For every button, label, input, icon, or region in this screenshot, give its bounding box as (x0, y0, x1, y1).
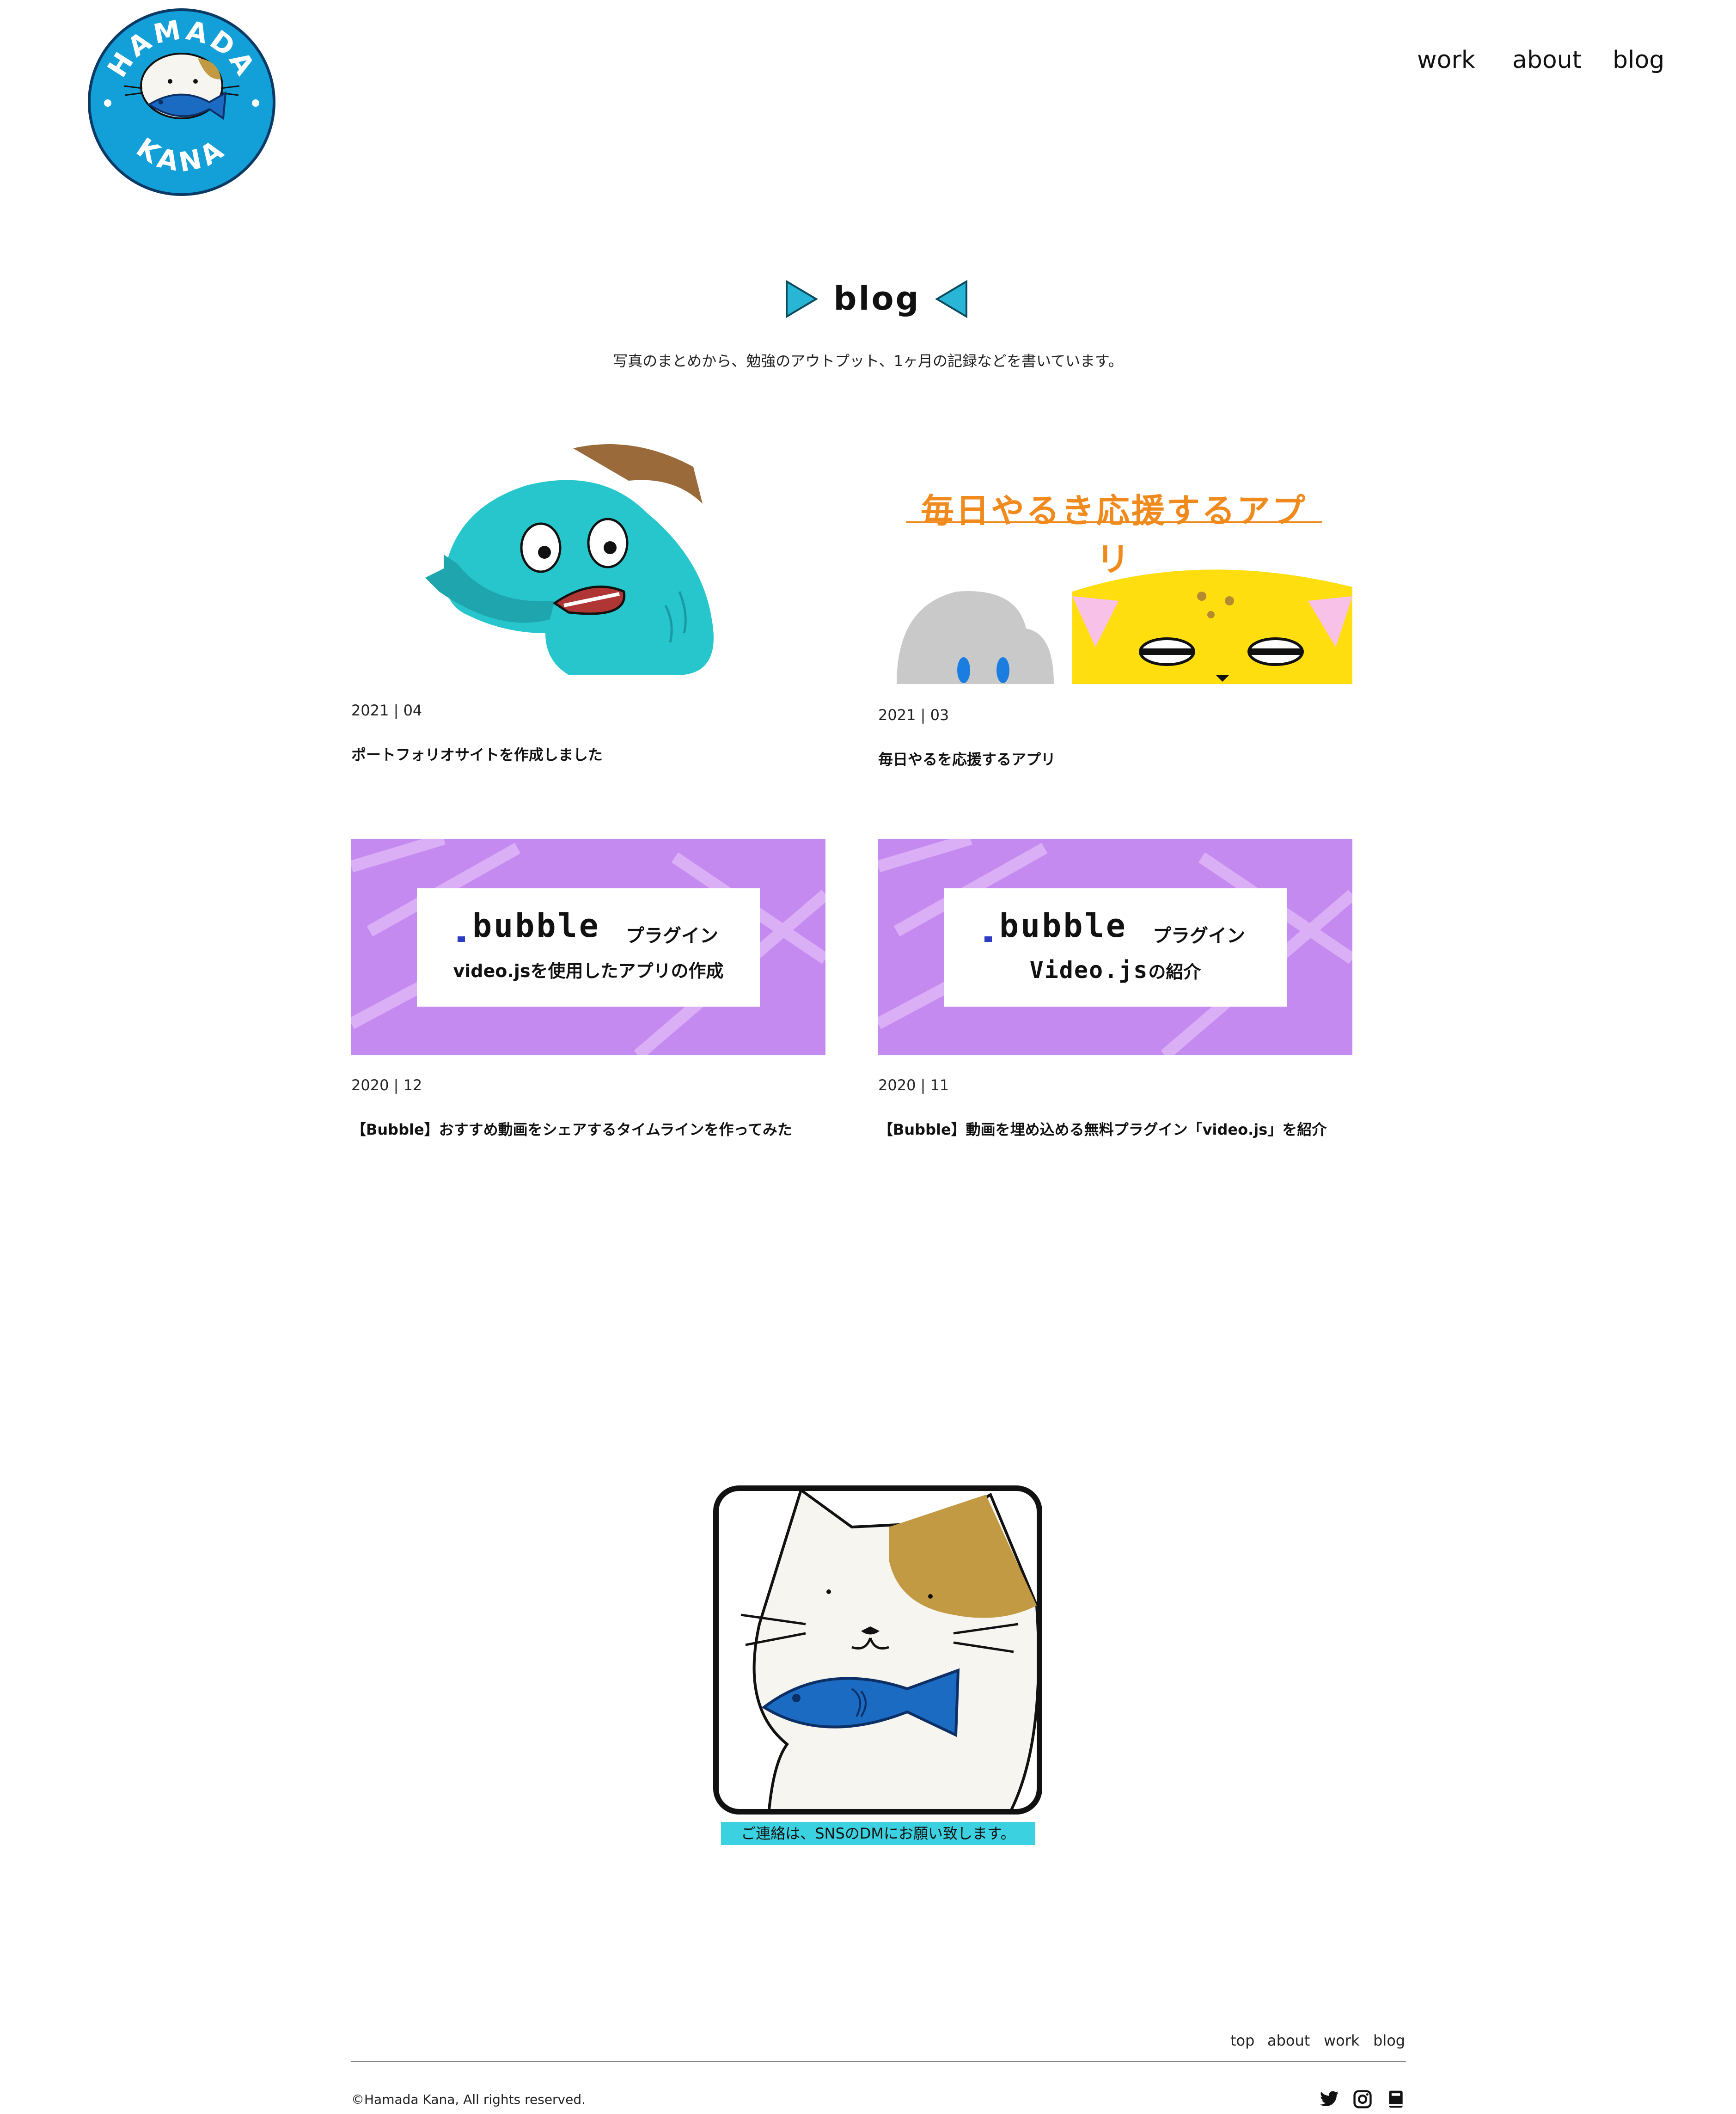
bubble-banner: bubble プラグイン video.jsを使用したアプリの作成 (351, 839, 825, 1055)
post-date: 2021 | 03 (878, 706, 949, 724)
nav-work[interactable]: work (1417, 46, 1475, 74)
blog-card[interactable]: bubble プラグイン video.jsを使用したアプリの作成 2020 | … (351, 839, 825, 1162)
post-title[interactable]: 【Bubble】おすすめ動画をシェアするタイムラインを作ってみた (351, 1118, 792, 1139)
blog-card[interactable]: 2021 | 04 ポートフォリオサイトを作成しました (351, 439, 825, 772)
app-banner-illustration: 毎日やるき応援するアプリ (878, 439, 1352, 684)
banner-tag: プラグイン (1153, 925, 1245, 947)
banner-tag: プラグイン (626, 925, 718, 947)
blog-card[interactable]: bubble プラグイン Video.jsの紹介 2020 | 11 【Bubb… (878, 839, 1352, 1162)
footer-divider (351, 2061, 1406, 2062)
post-date: 2021 | 04 (351, 702, 422, 719)
site-logo[interactable]: HAMADA KANA (87, 5, 276, 199)
page-title: blog (833, 280, 921, 318)
footer-link-about[interactable]: about (1267, 2032, 1310, 2049)
blog-card[interactable]: 毎日やるき応援するアプリ 2021 | 03 毎日やるを応援するアプリ (878, 439, 1352, 772)
teal-monster-illustration (351, 439, 825, 679)
page-subtitle: 写真のまとめから、勉強のアウトプット、1ヶ月の記録などを書いています。 (613, 352, 1123, 370)
bubble-banner: bubble プラグイン Video.jsの紹介 (878, 839, 1352, 1055)
instagram-icon[interactable] (1352, 2089, 1373, 2109)
footer-link-top[interactable]: top (1230, 2032, 1254, 2049)
thumb-heading: 毎日やるき応援するアプリ (920, 491, 1307, 579)
calico-cat-with-fish-illustration (713, 1485, 1042, 1815)
bubble-dot-icon (458, 936, 465, 942)
post-title[interactable]: 【Bubble】動画を埋め込める無料プラグイン「video.js」を紹介 (878, 1118, 1326, 1139)
banner-card: bubble プラグイン video.jsを使用したアプリの作成 (417, 888, 760, 1007)
copyright-text: ©Hamada Kana, All rights reserved. (351, 2092, 586, 2107)
footer-link-blog[interactable]: blog (1373, 2032, 1405, 2049)
twitter-icon[interactable] (1319, 2089, 1339, 2109)
post-date: 2020 | 11 (878, 1076, 949, 1094)
triangle-right-icon (785, 280, 818, 318)
post-title[interactable]: 毎日やるを応援するアプリ (878, 748, 1056, 769)
banner-subtitle: video.jsを使用したアプリの作成 (453, 961, 724, 981)
post-title[interactable]: ポートフォリオサイトを作成しました (351, 743, 603, 764)
nav-about[interactable]: about (1512, 46, 1582, 74)
banner-card: bubble プラグイン Video.jsの紹介 (944, 888, 1287, 1007)
contact-message: ご連絡は、SNSのDMにお願い致します。 (721, 1822, 1035, 1845)
banner-brand: bubble (999, 907, 1127, 945)
footer-link-work[interactable]: work (1324, 2032, 1359, 2049)
post-date: 2020 | 12 (351, 1076, 422, 1094)
blog-book-icon[interactable] (1386, 2089, 1406, 2109)
banner-subtitle: Video.jsの紹介 (1029, 957, 1201, 984)
nav-blog[interactable]: blog (1613, 46, 1664, 74)
bubble-dot-icon (984, 936, 992, 942)
triangle-left-icon (935, 280, 968, 318)
banner-brand: bubble (472, 907, 600, 945)
